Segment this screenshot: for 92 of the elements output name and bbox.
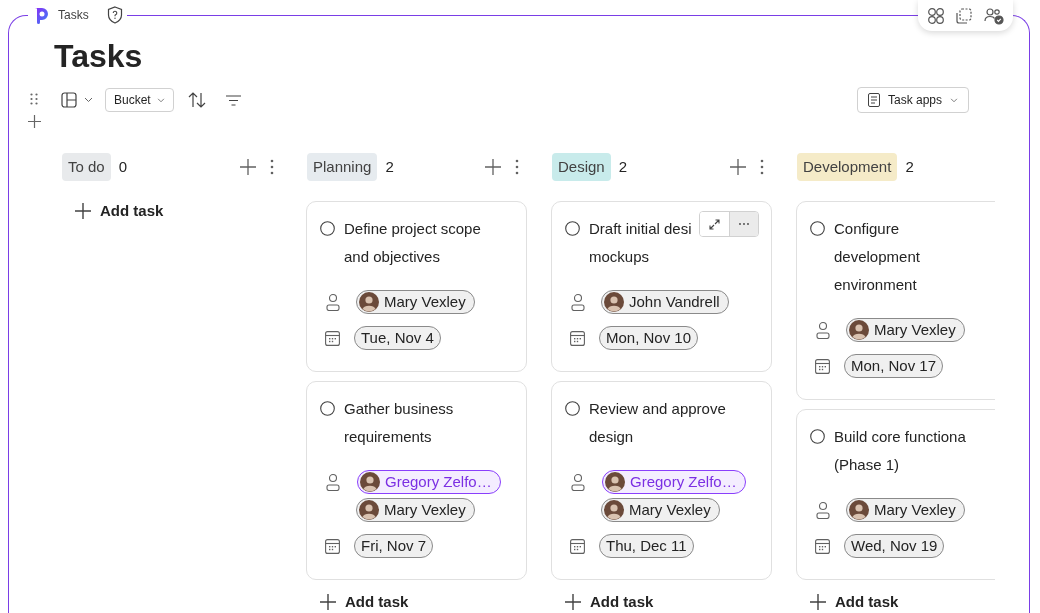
- task-count: 2: [385, 156, 394, 177]
- person-icon: [324, 293, 341, 311]
- group-by-dropdown[interactable]: Bucket: [105, 88, 174, 112]
- screen-select-icon[interactable]: [955, 6, 974, 25]
- task-count: 0: [118, 156, 128, 177]
- task-title: Draft initial desi mockups: [589, 219, 692, 267]
- assignee-chip[interactable]: Mary Vexley: [356, 498, 475, 522]
- filter-icon[interactable]: [225, 94, 241, 106]
- add-task-button[interactable]: Add task: [565, 590, 654, 613]
- add-icon[interactable]: [240, 159, 256, 175]
- people-check-icon[interactable]: [983, 6, 1004, 25]
- add-icon[interactable]: [485, 159, 501, 175]
- calendar-icon: [570, 330, 585, 346]
- due-date-chip[interactable]: Tue, Nov 4: [354, 326, 441, 350]
- avatar-icon: [359, 500, 379, 520]
- assignee-chip[interactable]: John Vandrell: [601, 290, 729, 314]
- task-apps-button[interactable]: Task apps: [856, 87, 969, 113]
- avatar-icon: [359, 292, 379, 312]
- task-card[interactable]: Draft initial desi mockups John Vandrell Mon, Nov 10: [551, 201, 772, 372]
- avatar-icon: [849, 320, 869, 340]
- bucket-name[interactable]: Planning: [307, 153, 378, 181]
- bucket-name[interactable]: To do: [62, 153, 111, 181]
- avatar-icon: [360, 472, 380, 492]
- calendar-icon: [570, 538, 585, 554]
- task-title: Gather business requirements: [344, 399, 454, 447]
- shield-help-icon[interactable]: [106, 6, 123, 24]
- task-title: Define project scope and objectives: [344, 219, 481, 267]
- bucket-name[interactable]: Design: [552, 153, 611, 181]
- add-task-button[interactable]: Add task: [320, 590, 409, 613]
- add-task-button[interactable]: Add task: [75, 199, 164, 223]
- complete-circle-icon[interactable]: [565, 401, 580, 416]
- assignee-chip[interactable]: Mary Vexley: [846, 498, 965, 522]
- app-name: Tasks: [58, 7, 89, 24]
- task-card[interactable]: Gather business requirements Gregory Zelfo… Mary Vexley Fri, Nov 7: [306, 381, 527, 580]
- apps-icon[interactable]: [927, 6, 946, 25]
- task-card[interactable]: Build core functiona (Phase 1) Mary Vexley Wed, Nov 19: [796, 409, 995, 580]
- bucket-name[interactable]: Development: [797, 153, 898, 181]
- chevron-down-icon: [950, 97, 958, 103]
- more-options-icon[interactable]: [270, 159, 274, 175]
- page-title: Tasks: [54, 37, 143, 76]
- more-options-icon[interactable]: [515, 159, 519, 175]
- person-icon: [814, 501, 831, 519]
- chevron-down-icon[interactable]: [84, 97, 93, 103]
- due-date-chip[interactable]: Thu, Dec 11: [599, 534, 694, 558]
- calendar-icon: [325, 538, 340, 554]
- sort-icon[interactable]: [187, 92, 206, 108]
- board-view-icon[interactable]: [61, 92, 77, 108]
- avatar-icon: [604, 292, 624, 312]
- task-title: Configure development environment: [834, 219, 920, 295]
- complete-circle-icon[interactable]: [810, 221, 825, 236]
- drag-handle-icon[interactable]: [30, 93, 38, 105]
- complete-circle-icon[interactable]: [565, 221, 580, 236]
- task-card[interactable]: Define project scope and objectives Mary Vexley Tue, Nov 4: [306, 201, 527, 372]
- task-card[interactable]: Review and approve design Gregory Zelfo… Mary Vexley Thu, Dec 11: [551, 381, 772, 580]
- task-card[interactable]: Configure development environment Mary Vexley Mon, Nov 17: [796, 201, 995, 400]
- avatar-icon: [605, 472, 625, 492]
- assignee-chip[interactable]: Mary Vexley: [601, 498, 720, 522]
- add-task-button[interactable]: Add task: [810, 590, 899, 613]
- expand-icon: [709, 218, 720, 230]
- due-date-chip[interactable]: Mon, Nov 17: [844, 354, 944, 378]
- complete-circle-icon[interactable]: [810, 429, 825, 444]
- assignee-chip[interactable]: Mary Vexley: [846, 318, 965, 342]
- add-icon[interactable]: [27, 115, 41, 128]
- assignee-chip[interactable]: Gregory Zelfo…: [602, 470, 746, 494]
- add-icon[interactable]: [730, 159, 746, 175]
- complete-circle-icon[interactable]: [320, 221, 335, 236]
- due-date-chip[interactable]: Fri, Nov 7: [354, 534, 433, 558]
- clipboard-icon: [867, 93, 880, 107]
- add-icon: [75, 203, 91, 219]
- chevron-down-icon: [156, 97, 165, 103]
- task-count: 2: [905, 156, 914, 177]
- avatar-icon: [604, 500, 624, 520]
- person-icon: [569, 473, 586, 491]
- calendar-icon: [815, 538, 830, 554]
- person-icon: [569, 293, 586, 311]
- complete-circle-icon[interactable]: [320, 401, 335, 416]
- add-icon: [810, 594, 826, 610]
- assignee-chip[interactable]: Gregory Zelfo…: [357, 470, 501, 494]
- task-count: 2: [618, 156, 628, 177]
- task-title: Build core functiona (Phase 1): [834, 427, 966, 475]
- due-date-chip[interactable]: Wed, Nov 19: [844, 534, 945, 558]
- task-title: Review and approve design: [589, 399, 726, 447]
- assignee-chip[interactable]: Mary Vexley: [356, 290, 475, 314]
- add-icon: [320, 594, 336, 610]
- more-options-icon[interactable]: [760, 159, 764, 175]
- avatar-icon: [849, 500, 869, 520]
- calendar-icon: [325, 330, 340, 346]
- add-icon: [565, 594, 581, 610]
- due-date-chip[interactable]: Mon, Nov 10: [599, 326, 699, 350]
- calendar-icon: [815, 358, 830, 374]
- person-icon: [814, 321, 831, 339]
- person-icon: [324, 473, 341, 491]
